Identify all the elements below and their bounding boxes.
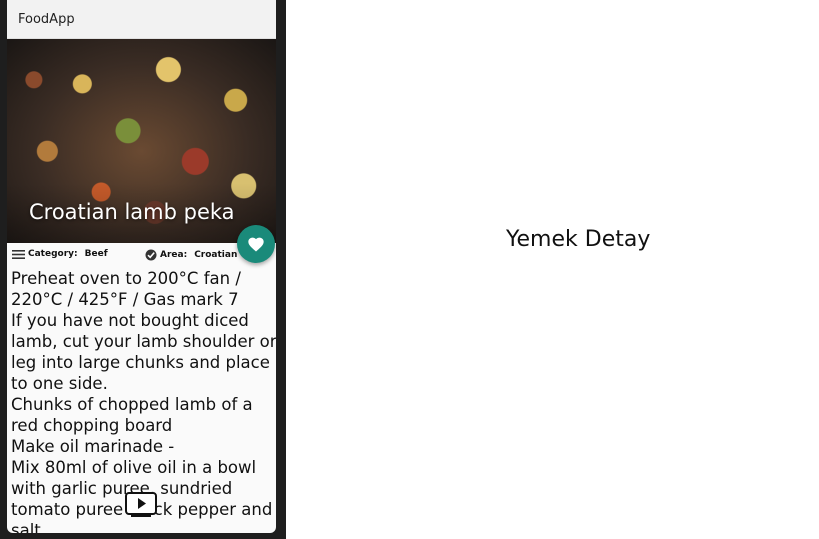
app-bar: FoodApp (7, 0, 276, 39)
category-label: Category: (28, 249, 78, 259)
youtube-play-icon (125, 492, 157, 517)
youtube-button[interactable] (125, 492, 157, 518)
page-caption: Yemek Detay (506, 227, 651, 252)
meal-title: Croatian lamb peka (29, 200, 235, 224)
area-label: Area: (160, 250, 188, 260)
area-info: Area: Croatian (145, 249, 237, 261)
area-value: Croatian (194, 250, 238, 260)
app-title: FoodApp (18, 12, 75, 27)
check-badge-icon (145, 249, 157, 261)
category-info: Category: Beef (12, 249, 108, 259)
meal-image: Croatian lamb peka (7, 39, 276, 243)
meal-meta: Category: Beef Area: Croatian (7, 246, 276, 264)
app-screen: FoodApp Croatian lamb peka Category: Bee… (7, 0, 276, 533)
menu-lines-icon (12, 249, 25, 259)
phone-frame: FoodApp Croatian lamb peka Category: Bee… (0, 0, 286, 539)
category-value: Beef (84, 249, 108, 259)
